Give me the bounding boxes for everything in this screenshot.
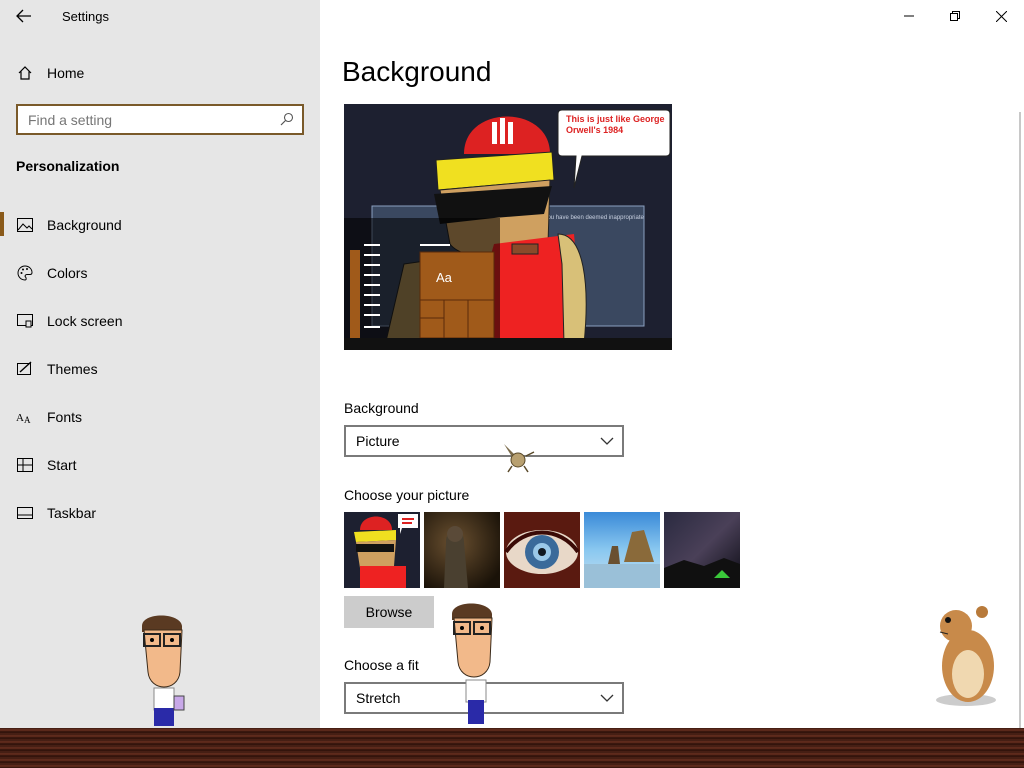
sidebar-item-themes[interactable]: Themes [0, 349, 320, 389]
night-sky-thumbnail-icon [664, 512, 740, 588]
start-icon [16, 456, 34, 474]
fonts-icon: AA [16, 408, 34, 426]
beach-thumbnail-icon [584, 512, 660, 588]
search-icon[interactable] [280, 112, 294, 126]
back-button[interactable] [8, 2, 40, 30]
eye-thumbnail-icon [504, 512, 580, 588]
page-title: Background [342, 56, 492, 87]
window-title: Settings [62, 9, 109, 24]
taskbar-icon [16, 504, 34, 522]
home-icon [16, 64, 34, 82]
scrollbar[interactable] [1019, 112, 1021, 728]
picture-thumbnail-2[interactable] [424, 512, 500, 588]
browse-button[interactable]: Browse [344, 596, 434, 628]
close-button[interactable] [978, 0, 1024, 32]
sidebar-item-label: Start [47, 457, 77, 473]
sidebar-item-label: Background [47, 217, 122, 233]
section-title: Personalization [16, 158, 120, 174]
chevron-down-icon [600, 694, 614, 702]
palette-icon [16, 264, 34, 282]
hamster-sprite [936, 606, 996, 706]
fit-label: Choose a fit [344, 657, 419, 673]
sidebar-item-lock-screen[interactable]: Lock screen [0, 301, 320, 341]
home-label: Home [47, 65, 85, 81]
sidebar-item-label: Lock screen [47, 313, 123, 329]
cartoon-thumbnail-icon [344, 512, 420, 588]
sidebar-item-background[interactable]: Background [0, 205, 320, 245]
sidebar-item-colors[interactable]: Colors [0, 253, 320, 293]
search-box[interactable] [16, 104, 304, 135]
sidebar: Settings Home Personalization Background [0, 0, 320, 728]
preview-image: You have been deemed inappropriate This … [344, 104, 672, 350]
character-sprite [452, 603, 493, 724]
character-sprite [142, 615, 185, 726]
sidebar-item-label: Themes [47, 361, 98, 377]
sidebar-item-taskbar[interactable]: Taskbar [0, 493, 320, 533]
sidebar-item-home[interactable]: Home [0, 53, 320, 93]
svg-text:A: A [24, 415, 31, 424]
preview-banner-text: You have been deemed inappropriate [544, 215, 645, 221]
restore-button[interactable] [932, 0, 978, 32]
soldier-thumbnail-icon [424, 512, 500, 588]
animated-cursor-sprite [504, 444, 535, 473]
sidebar-item-start[interactable]: Start [0, 445, 320, 485]
fit-value: Stretch [356, 690, 401, 706]
minimize-button[interactable] [886, 0, 932, 32]
sidebar-item-label: Fonts [47, 409, 83, 425]
picture-thumbnail-5[interactable] [664, 512, 740, 588]
sidebar-item-label: Colors [47, 265, 88, 281]
svg-text:A: A [16, 412, 24, 424]
lock-screen-icon [16, 312, 34, 330]
taskbar [0, 728, 1024, 768]
background-dropdown[interactable]: Picture [344, 425, 624, 457]
minimize-icon [904, 15, 914, 17]
sidebar-item-label: Taskbar [47, 505, 97, 521]
back-arrow-icon [16, 9, 31, 23]
picture-thumbnail-1[interactable] [344, 512, 420, 588]
close-icon [995, 10, 1007, 22]
picture-icon [16, 216, 34, 234]
search-input[interactable] [28, 110, 278, 130]
chevron-down-icon [600, 437, 614, 445]
picture-thumbnail-4[interactable] [584, 512, 660, 588]
background-preview: You have been deemed inappropriate This … [344, 104, 672, 350]
background-label: Background [344, 400, 419, 416]
settings-window: Settings Home Personalization Background [0, 0, 1024, 728]
picture-thumbnail-3[interactable] [504, 512, 580, 588]
themes-icon [16, 360, 34, 378]
preview-sample-text: Aa [436, 270, 453, 285]
choose-picture-label: Choose your picture [344, 487, 470, 503]
speech-bubble-text: This is just like George Orwell's 1984 [566, 114, 665, 135]
restore-icon [950, 11, 960, 21]
background-value: Picture [356, 433, 400, 449]
sidebar-item-fonts[interactable]: AA Fonts [0, 397, 320, 437]
